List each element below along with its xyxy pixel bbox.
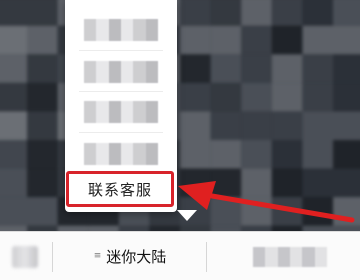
- menu-divider: [79, 132, 163, 133]
- obscured-label: [84, 61, 158, 83]
- mosaic-tile: [333, 197, 360, 226]
- mosaic-tile: [27, 168, 58, 198]
- mosaic-tile: [271, 82, 303, 112]
- mosaic-tile: [302, 197, 333, 226]
- mosaic-tile: [302, 54, 333, 83]
- keyboard-icon: [12, 245, 38, 268]
- mosaic-tile: [333, 168, 360, 198]
- mosaic-tile: [241, 82, 272, 112]
- menu-item-obscured-1[interactable]: [65, 10, 177, 50]
- mosaic-tile: [333, 25, 360, 55]
- mosaic-tile: [271, 25, 303, 55]
- mosaic-tile: [210, 82, 242, 112]
- mosaic-tile: [241, 168, 272, 198]
- bottom-tab-label: 迷你大陆: [106, 248, 167, 266]
- bottom-tab-obscured[interactable]: [220, 232, 360, 280]
- mosaic-tile: [27, 25, 58, 55]
- mosaic-tile: [180, 82, 211, 112]
- mosaic-tile: [180, 168, 211, 198]
- mosaic-tile: [241, 111, 272, 140]
- mosaic-tile: [302, 82, 333, 112]
- mosaic-tile: [210, 140, 242, 169]
- menu-item-obscured-2[interactable]: [65, 52, 177, 92]
- obscured-label: [84, 19, 158, 41]
- menu-divider: [79, 50, 163, 51]
- mosaic-tile: [0, 140, 28, 169]
- mosaic-tile: [333, 111, 360, 140]
- mosaic-tile: [333, 54, 360, 83]
- mosaic-tile: [210, 197, 242, 226]
- contact-customer-service-label: 联系客服: [87, 180, 152, 199]
- mosaic-tile: [241, 25, 272, 55]
- mosaic-tile: [333, 0, 360, 26]
- menu-item-obscured-4[interactable]: [65, 134, 177, 174]
- mosaic-tile: [210, 25, 242, 55]
- mosaic-tile: [333, 82, 360, 112]
- mosaic-tile: [0, 111, 28, 140]
- mosaic-tile: [180, 54, 211, 83]
- popup-caret: [177, 210, 197, 221]
- mosaic-tile: [210, 0, 242, 26]
- mosaic-tile: [0, 0, 28, 26]
- mosaic-tile: [333, 140, 360, 169]
- mosaic-tile: [0, 25, 28, 55]
- mosaic-tile: [271, 197, 303, 226]
- mosaic-tile: [241, 0, 272, 26]
- mosaic-tile: [27, 111, 58, 140]
- mosaic-tile: [27, 82, 58, 112]
- menu-item-contact-customer-service[interactable]: 联系客服: [66, 171, 174, 207]
- mosaic-tile: [27, 140, 58, 169]
- bar-divider: [206, 242, 207, 272]
- mosaic-tile: [241, 197, 272, 226]
- menu-item-obscured-3[interactable]: [65, 92, 177, 132]
- mosaic-tile: [210, 168, 242, 198]
- mosaic-tile: [0, 54, 28, 83]
- mosaic-tile: [241, 140, 272, 169]
- mosaic-tile: [180, 25, 211, 55]
- bar-divider: [52, 242, 53, 272]
- mosaic-tile: [241, 54, 272, 83]
- mosaic-tile: [0, 197, 28, 226]
- mosaic-tile: [0, 168, 28, 198]
- mosaic-tile: [180, 111, 211, 140]
- mosaic-tile: [271, 111, 303, 140]
- mosaic-tile: [27, 54, 58, 83]
- mosaic-tile: [271, 0, 303, 26]
- mosaic-tile: [302, 140, 333, 169]
- mosaic-tile: [180, 140, 211, 169]
- mosaic-tile: [210, 111, 242, 140]
- mosaic-tile: [27, 197, 58, 226]
- menu-list-icon: ≡: [93, 251, 102, 261]
- bottom-menu-bar: ≡ 迷你大陆: [0, 231, 360, 280]
- bottom-tab-active[interactable]: ≡ 迷你大陆: [70, 232, 190, 280]
- mosaic-tile: [210, 54, 242, 83]
- mosaic-tile: [271, 168, 303, 198]
- obscured-label: [84, 101, 158, 123]
- obscured-label: [84, 143, 158, 165]
- mosaic-tile: [0, 82, 28, 112]
- mosaic-tile: [302, 0, 333, 26]
- mosaic-tile: [271, 54, 303, 83]
- obscured-label: [253, 246, 327, 267]
- mosaic-tile: [302, 168, 333, 198]
- mosaic-tile: [27, 0, 58, 26]
- keyboard-toggle-button[interactable]: [0, 232, 50, 280]
- mosaic-tile: [302, 111, 333, 140]
- mosaic-tile: [271, 140, 303, 169]
- mosaic-tile: [302, 25, 333, 55]
- mosaic-tile: [180, 0, 211, 26]
